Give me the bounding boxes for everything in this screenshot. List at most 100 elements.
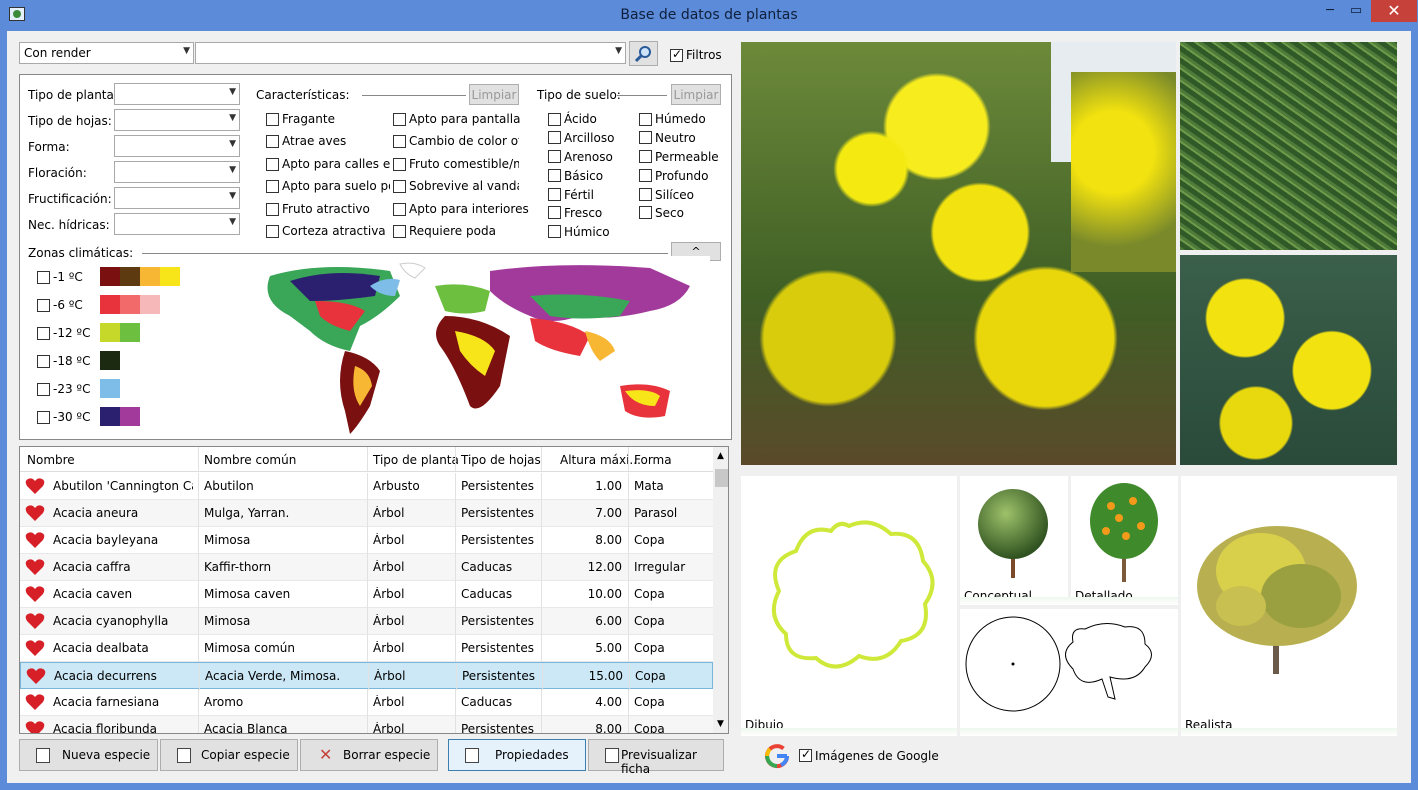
climate-zone-checkbox[interactable] — [37, 327, 50, 340]
cell-separator — [455, 473, 456, 500]
google-images-checkbox[interactable] — [799, 747, 812, 762]
table-row[interactable]: Acacia caven Mimosa caven Árbol Caducas 10.0… — [20, 581, 713, 608]
scroll-up-icon[interactable]: ▲ — [717, 451, 724, 461]
flower-detail-photo[interactable] — [1180, 255, 1397, 465]
checkbox-soil-fertile[interactable] — [548, 188, 561, 201]
checkbox-soil-humic[interactable] — [548, 225, 561, 238]
favorite-heart-icon[interactable] — [25, 639, 45, 657]
table-row[interactable]: Acacia decurrens Acacia Verde, Mimosa. Árb… — [20, 662, 713, 690]
scroll-down-icon[interactable]: ▼ — [717, 719, 724, 729]
column-header-shape[interactable]: Forma — [634, 453, 672, 467]
table-row[interactable]: Acacia aneura Mulga, Yarran. Árbol Persiste… — [20, 500, 713, 527]
checkbox-soil-fresh[interactable] — [548, 206, 561, 219]
checkbox-indoor[interactable] — [393, 203, 406, 216]
table-scrollbar[interactable]: ▲ ▼ — [713, 447, 728, 733]
flowering-select[interactable]: ▼ — [114, 161, 240, 183]
table-cell: Árbol — [373, 506, 405, 520]
climate-zone-checkbox[interactable] — [37, 355, 50, 368]
checkbox-attractive-fruit[interactable] — [266, 203, 279, 216]
table-row[interactable]: Acacia farnesiana Aromo Árbol Caducas 4.00 Co… — [20, 689, 713, 716]
clear-soil-button[interactable]: Limpiar — [671, 84, 721, 105]
checkbox-soil-neutral[interactable] — [639, 131, 652, 144]
checkbox-soil-basic[interactable] — [548, 169, 561, 182]
plant-type-select[interactable]: ▼ — [114, 83, 240, 105]
climate-zone-checkbox[interactable] — [37, 383, 50, 396]
favorite-heart-icon[interactable] — [26, 667, 46, 685]
favorite-heart-icon[interactable] — [25, 504, 45, 522]
checkbox-poor-soil[interactable] — [266, 180, 279, 193]
char-label: Apto para suelo pob — [282, 179, 390, 193]
checkbox-fragrant[interactable] — [266, 113, 279, 126]
fruiting-select[interactable]: ▼ — [114, 187, 240, 209]
realistic-symbol-panel[interactable]: Realista — [1181, 476, 1397, 734]
column-header-plant-type[interactable]: Tipo de planta — [373, 453, 459, 467]
minimize-icon[interactable]: ─ — [1318, 0, 1342, 22]
column-header-name[interactable]: Nombre — [27, 453, 75, 467]
favorite-heart-icon[interactable] — [25, 531, 45, 549]
checkbox-soil-humid[interactable] — [639, 113, 652, 126]
climate-zone-checkbox[interactable] — [37, 299, 50, 312]
checkbox-vandalism[interactable] — [393, 180, 406, 193]
checkbox-soil-dry[interactable] — [639, 206, 652, 219]
shape-select[interactable]: ▼ — [114, 135, 240, 157]
leaf-detail-photo[interactable] — [1180, 42, 1397, 250]
cell-separator — [628, 473, 629, 500]
table-row[interactable]: Acacia dealbata Mimosa común Árbol Persiste… — [20, 635, 713, 662]
drawing-symbol-panel[interactable]: Dibujo — [741, 476, 957, 734]
table-cell: 12.00 — [587, 560, 622, 574]
climate-zone-checkbox[interactable] — [37, 411, 50, 424]
checkbox-pruning[interactable] — [393, 225, 406, 238]
checkbox-soil-permeable[interactable] — [639, 150, 652, 163]
checkbox-soil-acid[interactable] — [548, 113, 561, 126]
detailed-symbol-panel[interactable]: Detallado — [1071, 476, 1178, 604]
checkbox-street[interactable] — [266, 158, 279, 171]
clear-characteristics-button[interactable]: Limpiar — [469, 84, 519, 105]
column-header-common-name[interactable]: Nombre común — [204, 453, 296, 467]
climate-zone-checkbox[interactable] — [37, 271, 50, 284]
filters-checkbox[interactable] — [670, 47, 683, 62]
checkbox-soil-deep[interactable] — [639, 169, 652, 182]
maximize-icon[interactable]: ▭ — [1344, 0, 1368, 22]
delete-species-button[interactable]: ✕ Borrar especie — [300, 739, 438, 771]
checkbox-screen[interactable] — [393, 113, 406, 126]
search-button[interactable] — [629, 41, 658, 66]
table-row[interactable]: Acacia cyanophylla Mimosa Árbol Persistente… — [20, 608, 713, 635]
close-icon[interactable]: ✕ — [1371, 0, 1417, 22]
table-cell: Mimosa caven — [204, 587, 291, 601]
favorite-heart-icon[interactable] — [25, 720, 45, 734]
copy-species-button[interactable]: Copiar especie — [160, 739, 298, 771]
table-cell: 1.00 — [595, 479, 622, 493]
favorite-heart-icon[interactable] — [25, 585, 45, 603]
checkbox-soil-clay[interactable] — [548, 131, 561, 144]
favorite-heart-icon[interactable] — [25, 693, 45, 711]
table-row[interactable]: Abutilon 'Cannington Ca... Abutilon Arbust… — [20, 473, 713, 500]
new-species-button[interactable]: Nueva especie — [19, 739, 158, 771]
favorite-heart-icon[interactable] — [25, 612, 45, 630]
table-row[interactable]: Acacia bayleyana Mimosa Árbol Persistentes 8… — [20, 527, 713, 554]
table-cell: Copa — [634, 614, 665, 628]
checkbox-soil-siliceous[interactable] — [639, 188, 652, 201]
column-separator — [541, 447, 542, 472]
scrollbar-thumb[interactable] — [715, 469, 728, 487]
conceptual-symbol-panel[interactable]: Conceptual — [960, 476, 1068, 604]
table-row[interactable]: Acacia floribunda Acacia Blanca Árbol Persi… — [20, 716, 713, 734]
table-cell: Acacia bayleyana — [53, 533, 159, 547]
search-input[interactable]: ▼ — [195, 42, 626, 64]
checkbox-soil-sandy[interactable] — [548, 150, 561, 163]
checkbox-attractive-bark[interactable] — [266, 225, 279, 238]
water-needs-select[interactable]: ▼ — [114, 213, 240, 235]
table-row[interactable]: Acacia caffra Kaffir-thorn Árbol Caducas 12.… — [20, 554, 713, 581]
leaf-type-select[interactable]: ▼ — [114, 109, 240, 131]
favorite-heart-icon[interactable] — [25, 558, 45, 576]
render-combo[interactable]: Con render ▼ — [19, 42, 194, 64]
properties-button[interactable]: Propiedades — [448, 739, 586, 771]
main-plant-photo[interactable] — [741, 42, 1176, 465]
favorite-heart-icon[interactable] — [25, 477, 45, 495]
checkbox-attracts-birds[interactable] — [266, 135, 279, 148]
column-header-leaf-type[interactable]: Tipo de hojas — [461, 453, 541, 467]
checkbox-edible-fruit[interactable] — [393, 158, 406, 171]
preview-sheet-button[interactable]: Previsualizar ficha — [588, 739, 724, 776]
checkbox-autumn-color[interactable] — [393, 135, 406, 148]
plan-symbol-panel[interactable] — [960, 609, 1178, 734]
soil-label: Neutro — [655, 131, 696, 145]
